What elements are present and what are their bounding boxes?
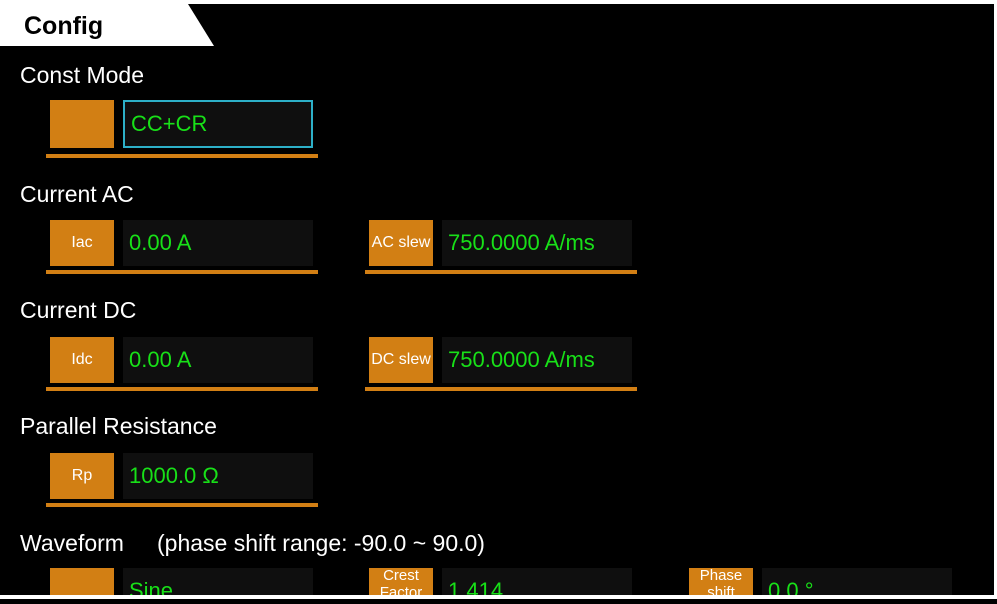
bottom-border	[0, 595, 997, 599]
ac-slew-field[interactable]: 750.0000 A/ms	[442, 220, 632, 266]
const-mode-underline	[46, 154, 318, 158]
iac-field[interactable]: 0.00 A	[123, 220, 313, 266]
waveform-title: Waveform	[20, 530, 124, 556]
const-mode-button[interactable]	[50, 100, 114, 148]
current-ac-title: Current AC	[20, 181, 134, 207]
dc-slew-underline	[365, 387, 637, 391]
tab-config[interactable]: Config	[0, 4, 214, 46]
dc-slew-field[interactable]: 750.0000 A/ms	[442, 337, 632, 383]
iac-button[interactable]: Iac	[50, 220, 114, 266]
waveform-range-note: (phase shift range: -90.0 ~ 90.0)	[157, 530, 485, 556]
rp-button[interactable]: Rp	[50, 453, 114, 499]
ac-slew-button[interactable]: AC slew	[369, 220, 433, 266]
const-mode-field[interactable]: CC+CR	[123, 100, 313, 148]
iac-underline	[46, 270, 318, 274]
ac-slew-underline	[365, 270, 637, 274]
tab-config-label: Config	[24, 12, 104, 40]
idc-button[interactable]: Idc	[50, 337, 114, 383]
idc-underline	[46, 387, 318, 391]
idc-field[interactable]: 0.00 A	[123, 337, 313, 383]
rp-underline	[46, 503, 318, 507]
const-mode-title: Const Mode	[20, 62, 145, 88]
current-dc-title: Current DC	[20, 297, 137, 323]
rp-field[interactable]: 1000.0 Ω	[123, 453, 313, 499]
dc-slew-button[interactable]: DC slew	[369, 337, 433, 383]
parallel-resistance-title: Parallel Resistance	[20, 413, 217, 439]
